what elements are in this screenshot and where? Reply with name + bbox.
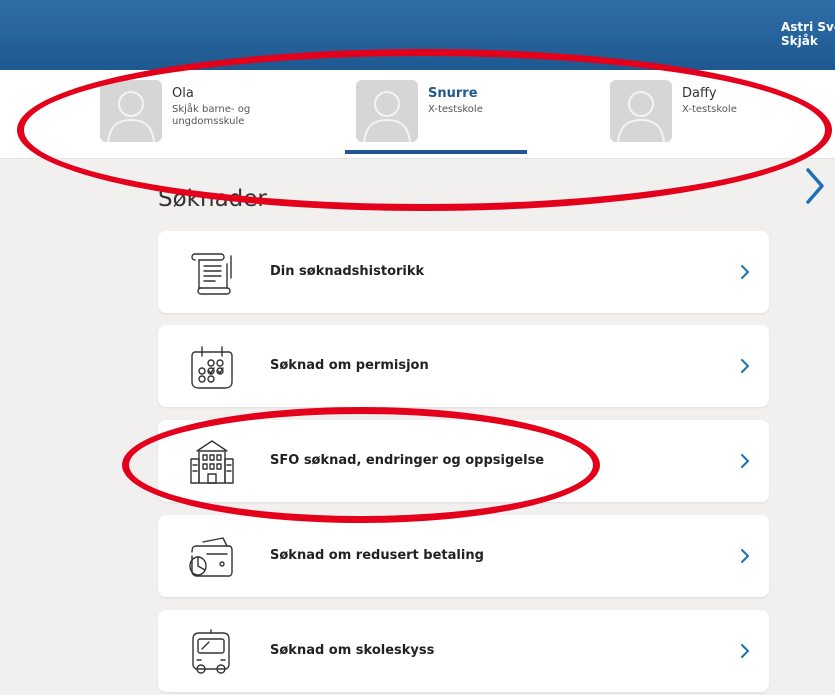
chevron-right-icon — [741, 359, 749, 373]
reduced-payment-item[interactable]: Søknad om redusert betaling — [158, 515, 769, 597]
active-tab-indicator — [345, 150, 527, 154]
item-label: Din søknadshistorikk — [270, 264, 425, 279]
person-icon — [107, 91, 155, 142]
user-municipality: Skjåk — [781, 34, 818, 48]
top-header-bar: Astri Sve Skjåk — [0, 0, 835, 70]
item-label: Søknad om permisjon — [270, 358, 429, 373]
wallet-icon — [189, 537, 233, 577]
item-label: SFO søknad, endringer og oppsigelse — [270, 453, 545, 468]
child-tab-ola[interactable]: Ola Skjåk barne- og ungdomsskule — [100, 80, 290, 155]
chevron-right-icon — [741, 549, 749, 563]
item-label: Søknad om redusert betaling — [270, 548, 484, 563]
chevron-right-icon — [741, 265, 749, 279]
child-tab-daffy[interactable]: Daffy X-testskole — [610, 80, 780, 155]
application-history-item[interactable]: Din søknadshistorikk — [158, 231, 769, 313]
child-selector: Ola Skjåk barne- og ungdomsskule Snurre … — [0, 70, 835, 204]
school-transport-item[interactable]: Søknad om skoleskyss — [158, 610, 769, 692]
school-building-icon — [190, 440, 234, 484]
avatar — [356, 80, 418, 142]
scroll-icon — [191, 253, 232, 295]
child-tab-snurre[interactable]: Snurre X-testskole — [356, 80, 526, 155]
person-icon — [617, 91, 665, 142]
item-label: Søknad om skoleskyss — [270, 643, 435, 658]
chevron-right-icon[interactable] — [803, 166, 827, 206]
child-name: Snurre — [428, 86, 478, 101]
avatar — [100, 80, 162, 142]
chevron-right-icon — [741, 454, 749, 468]
section-title: Søknader — [158, 186, 267, 212]
leave-application-item[interactable]: Søknad om permisjon — [158, 325, 769, 407]
child-school: X-testskole — [682, 104, 737, 115]
child-name: Daffy — [682, 86, 717, 101]
child-school: X-testskole — [428, 104, 483, 115]
person-icon — [363, 91, 411, 142]
child-name: Ola — [172, 86, 194, 101]
sfo-application-item[interactable]: SFO søknad, endringer og oppsigelse — [158, 420, 769, 502]
bus-icon — [192, 629, 230, 674]
chevron-right-icon — [741, 644, 749, 658]
calendar-icon — [191, 346, 233, 389]
user-name[interactable]: Astri Sve — [781, 20, 835, 34]
avatar — [610, 80, 672, 142]
child-school: Skjåk barne- og ungdomsskule — [172, 104, 251, 127]
